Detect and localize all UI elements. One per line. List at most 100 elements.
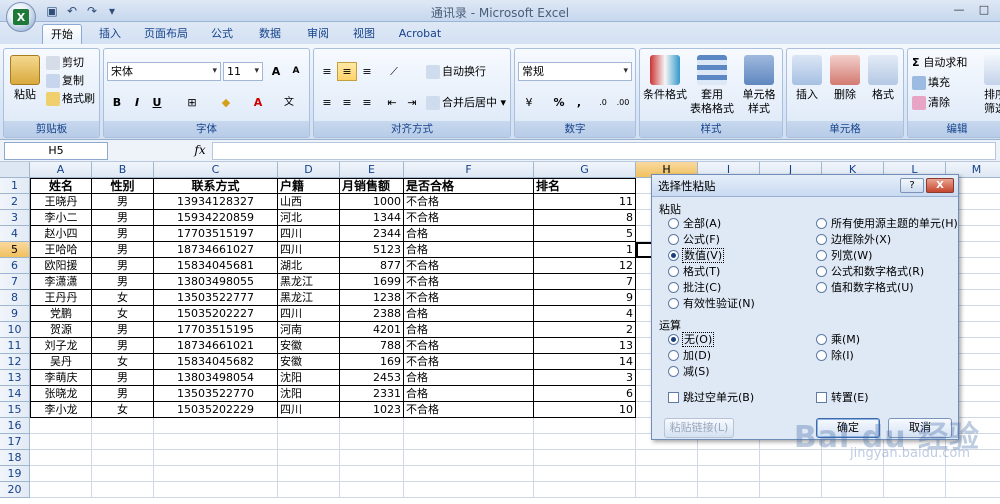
table-cell[interactable]: 合格 xyxy=(404,306,534,322)
tab-data[interactable]: 数据 xyxy=(250,24,290,44)
tab-acrobat[interactable]: Acrobat xyxy=(392,24,448,44)
empty-cell[interactable] xyxy=(946,482,1000,498)
table-cell[interactable]: 15834045681 xyxy=(154,258,278,274)
column-header-f[interactable]: F xyxy=(404,162,534,178)
empty-cell[interactable] xyxy=(404,482,534,498)
empty-cell[interactable] xyxy=(534,466,636,482)
table-cell[interactable]: 王哈哈 xyxy=(30,242,92,258)
column-header-d[interactable]: D xyxy=(278,162,340,178)
align-right-icon[interactable]: ≡ xyxy=(357,93,377,112)
empty-cell[interactable] xyxy=(760,482,822,498)
table-cell[interactable]: 4201 xyxy=(340,322,404,338)
empty-cell[interactable] xyxy=(154,434,278,450)
row-header[interactable]: 11 xyxy=(0,338,30,354)
wrap-text-button[interactable]: 自动换行 xyxy=(426,64,486,80)
radio-option[interactable]: 除(I) xyxy=(816,349,854,363)
header-cell[interactable]: 排名 xyxy=(534,178,636,194)
empty-cell[interactable] xyxy=(278,450,340,466)
font-size-combo[interactable]: 11 xyxy=(223,62,263,81)
currency-icon[interactable]: ¥ xyxy=(519,93,539,112)
empty-cell[interactable] xyxy=(636,450,698,466)
fill-button[interactable]: 填充 xyxy=(912,75,950,91)
table-cell[interactable]: 18734661027 xyxy=(154,242,278,258)
increase-indent-icon[interactable]: ⇥ xyxy=(402,93,422,112)
table-cell[interactable]: 女 xyxy=(92,354,154,370)
borders-icon[interactable]: ⊞ xyxy=(182,93,202,112)
table-cell[interactable]: 10 xyxy=(534,402,636,418)
table-cell[interactable]: 4 xyxy=(534,306,636,322)
cut-button[interactable]: 剪切 xyxy=(46,55,84,71)
row-header[interactable]: 2 xyxy=(0,194,30,210)
orientation-icon[interactable]: ⟋ xyxy=(384,62,404,81)
table-cell[interactable]: 7 xyxy=(534,274,636,290)
header-cell[interactable]: 月销售额 xyxy=(340,178,404,194)
radio-option[interactable]: 减(S) xyxy=(668,365,710,379)
empty-cell[interactable] xyxy=(340,418,404,434)
table-cell[interactable]: 11 xyxy=(534,194,636,210)
radio-option[interactable]: 公式和数字格式(R) xyxy=(816,265,924,279)
empty-cell[interactable] xyxy=(636,482,698,498)
cell-styles-button[interactable]: 单元格 样式 xyxy=(736,55,782,116)
radio-option[interactable]: 格式(T) xyxy=(668,265,720,279)
table-cell[interactable]: 女 xyxy=(92,290,154,306)
table-cell[interactable]: 男 xyxy=(92,194,154,210)
empty-cell[interactable] xyxy=(30,466,92,482)
row-header[interactable]: 15 xyxy=(0,402,30,418)
table-cell[interactable]: 沈阳 xyxy=(278,370,340,386)
table-cell[interactable]: 河南 xyxy=(278,322,340,338)
align-center-icon[interactable]: ≡ xyxy=(337,93,357,112)
radio-option[interactable]: 批注(C) xyxy=(668,281,721,295)
table-cell[interactable]: 男 xyxy=(92,242,154,258)
clear-button[interactable]: 清除 xyxy=(912,95,950,111)
row-header[interactable]: 18 xyxy=(0,450,30,466)
radio-option[interactable]: 所有使用源主题的单元(H) xyxy=(816,217,958,231)
empty-cell[interactable] xyxy=(30,450,92,466)
empty-cell[interactable] xyxy=(30,482,92,498)
row-header[interactable]: 19 xyxy=(0,466,30,482)
row-header[interactable]: 9 xyxy=(0,306,30,322)
table-cell[interactable]: 2344 xyxy=(340,226,404,242)
table-cell[interactable]: 男 xyxy=(92,258,154,274)
table-cell[interactable]: 王晓丹 xyxy=(30,194,92,210)
header-cell[interactable]: 性别 xyxy=(92,178,154,194)
tab-view[interactable]: 视图 xyxy=(344,24,384,44)
table-cell[interactable]: 15035202227 xyxy=(154,306,278,322)
empty-cell[interactable] xyxy=(534,434,636,450)
radio-option[interactable]: 值和数字格式(U) xyxy=(816,281,914,295)
table-cell[interactable]: 15834045682 xyxy=(154,354,278,370)
close-button[interactable]: X xyxy=(926,178,954,193)
table-cell[interactable]: 788 xyxy=(340,338,404,354)
empty-cell[interactable] xyxy=(636,466,698,482)
tab-review[interactable]: 审阅 xyxy=(298,24,338,44)
row-header[interactable]: 14 xyxy=(0,386,30,402)
table-cell[interactable]: 13934128327 xyxy=(154,194,278,210)
merge-center-button[interactable]: 合并后居中 ▾ xyxy=(426,95,506,111)
empty-cell[interactable] xyxy=(760,466,822,482)
empty-cell[interactable] xyxy=(698,450,760,466)
grow-font-button[interactable]: A xyxy=(266,62,286,81)
autosum-button[interactable]: Σ 自动求和 xyxy=(912,55,967,71)
table-cell[interactable]: 河北 xyxy=(278,210,340,226)
table-cell[interactable]: 黑龙江 xyxy=(278,274,340,290)
table-cell[interactable]: 王丹丹 xyxy=(30,290,92,306)
italic-button[interactable]: I xyxy=(127,93,147,112)
table-cell[interactable]: 17703515195 xyxy=(154,322,278,338)
table-cell[interactable]: 欧阳援 xyxy=(30,258,92,274)
table-cell[interactable]: 合格 xyxy=(404,322,534,338)
radio-option[interactable]: 公式(F) xyxy=(668,233,720,247)
table-cell[interactable]: 党鹏 xyxy=(30,306,92,322)
empty-cell[interactable] xyxy=(92,418,154,434)
empty-cell[interactable] xyxy=(278,434,340,450)
table-cell[interactable]: 四川 xyxy=(278,402,340,418)
table-cell[interactable]: 女 xyxy=(92,306,154,322)
radio-option[interactable]: 有效性验证(N) xyxy=(668,297,755,311)
table-cell[interactable]: 18734661021 xyxy=(154,338,278,354)
font-name-combo[interactable]: 宋体 xyxy=(107,62,221,81)
empty-cell[interactable] xyxy=(154,482,278,498)
table-cell[interactable]: 2 xyxy=(534,322,636,338)
table-cell[interactable]: 13803498055 xyxy=(154,274,278,290)
empty-cell[interactable] xyxy=(340,482,404,498)
delete-cells-button[interactable]: 删除 xyxy=(827,55,863,102)
table-cell[interactable]: 女 xyxy=(92,402,154,418)
transpose-checkbox[interactable]: 转置(E) xyxy=(816,391,869,405)
